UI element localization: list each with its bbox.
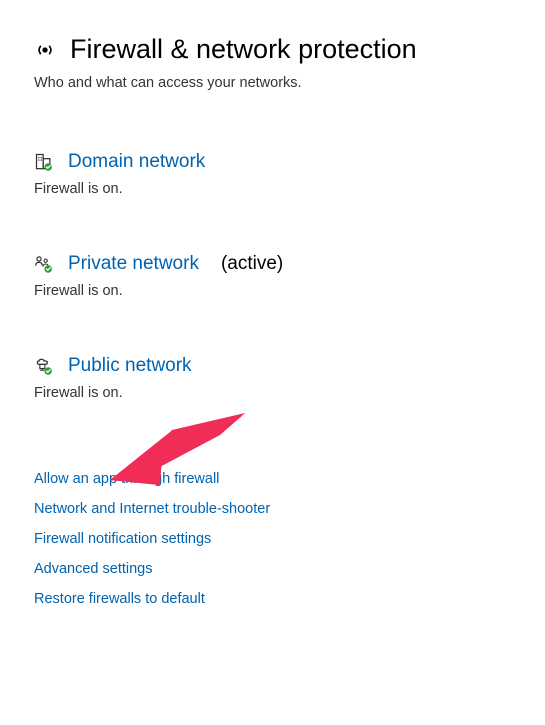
page-subtitle: Who and what can access your networks. bbox=[34, 75, 511, 91]
broadcast-icon bbox=[34, 39, 56, 61]
domain-network-link[interactable]: Domain network bbox=[68, 151, 205, 173]
private-network-status: Firewall is on. bbox=[34, 283, 511, 299]
domain-network-status: Firewall is on. bbox=[34, 181, 511, 197]
allow-app-link[interactable]: Allow an app through firewall bbox=[34, 471, 511, 487]
public-network-icon bbox=[34, 356, 54, 376]
domain-network-section: Domain network Firewall is on. bbox=[34, 151, 511, 197]
restore-defaults-link[interactable]: Restore firewalls to default bbox=[34, 591, 511, 607]
settings-links: Allow an app through firewall Network an… bbox=[34, 471, 511, 607]
domain-network-header[interactable]: Domain network bbox=[34, 151, 511, 173]
private-network-link[interactable]: Private network bbox=[68, 253, 199, 275]
private-network-header[interactable]: Private network (active) bbox=[34, 253, 511, 275]
notification-settings-link[interactable]: Firewall notification settings bbox=[34, 531, 511, 547]
troubleshooter-link[interactable]: Network and Internet trouble-shooter bbox=[34, 501, 511, 517]
public-network-status: Firewall is on. bbox=[34, 385, 511, 401]
page-title: Firewall & network protection bbox=[70, 34, 417, 65]
domain-network-icon bbox=[34, 152, 54, 172]
active-indicator: (active) bbox=[221, 253, 283, 275]
page-header: Firewall & network protection bbox=[34, 34, 511, 65]
public-network-header[interactable]: Public network bbox=[34, 355, 511, 377]
private-network-section: Private network (active) Firewall is on. bbox=[34, 253, 511, 299]
public-network-link[interactable]: Public network bbox=[68, 355, 192, 377]
private-network-icon bbox=[34, 254, 54, 274]
advanced-settings-link[interactable]: Advanced settings bbox=[34, 561, 511, 577]
public-network-section: Public network Firewall is on. bbox=[34, 355, 511, 401]
